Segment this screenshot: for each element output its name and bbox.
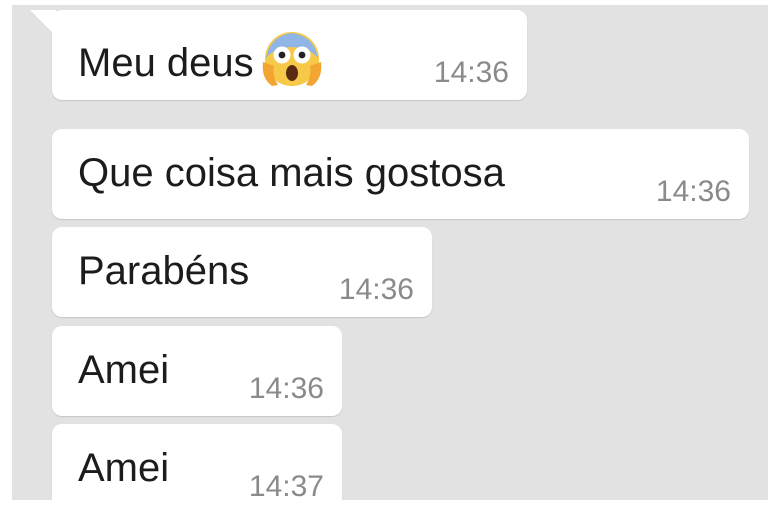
message-bubble[interactable]: Parabéns 14:36 <box>52 227 432 317</box>
message-text-line: Meu deus <box>78 30 322 88</box>
message-bubble[interactable]: Meu deus 14:36 <box>30 10 527 100</box>
message-time: 14:36 <box>433 56 509 89</box>
bubble-tail <box>30 10 56 36</box>
message-time: 14:37 <box>248 470 324 500</box>
message-bubble[interactable]: Que coisa mais gostosa 14:36 <box>52 129 749 219</box>
message-text: Que coisa mais gostosa <box>78 151 505 195</box>
message-text: Amei <box>78 348 170 392</box>
screaming-in-fear-emoji-icon <box>262 30 322 88</box>
message-text: Amei <box>78 446 170 490</box>
message-bubble[interactable]: Amei 14:37 <box>52 424 342 500</box>
message-text: Meu deus <box>78 41 254 85</box>
chat-area: Meu deus 14:36 Que coisa mais gostosa 14… <box>12 5 768 500</box>
message-text: Parabéns <box>78 249 250 293</box>
message-bubble[interactable]: Amei 14:36 <box>52 326 342 416</box>
message-time: 14:36 <box>338 273 414 306</box>
message-time: 14:36 <box>655 175 731 208</box>
message-time: 14:36 <box>248 372 324 405</box>
